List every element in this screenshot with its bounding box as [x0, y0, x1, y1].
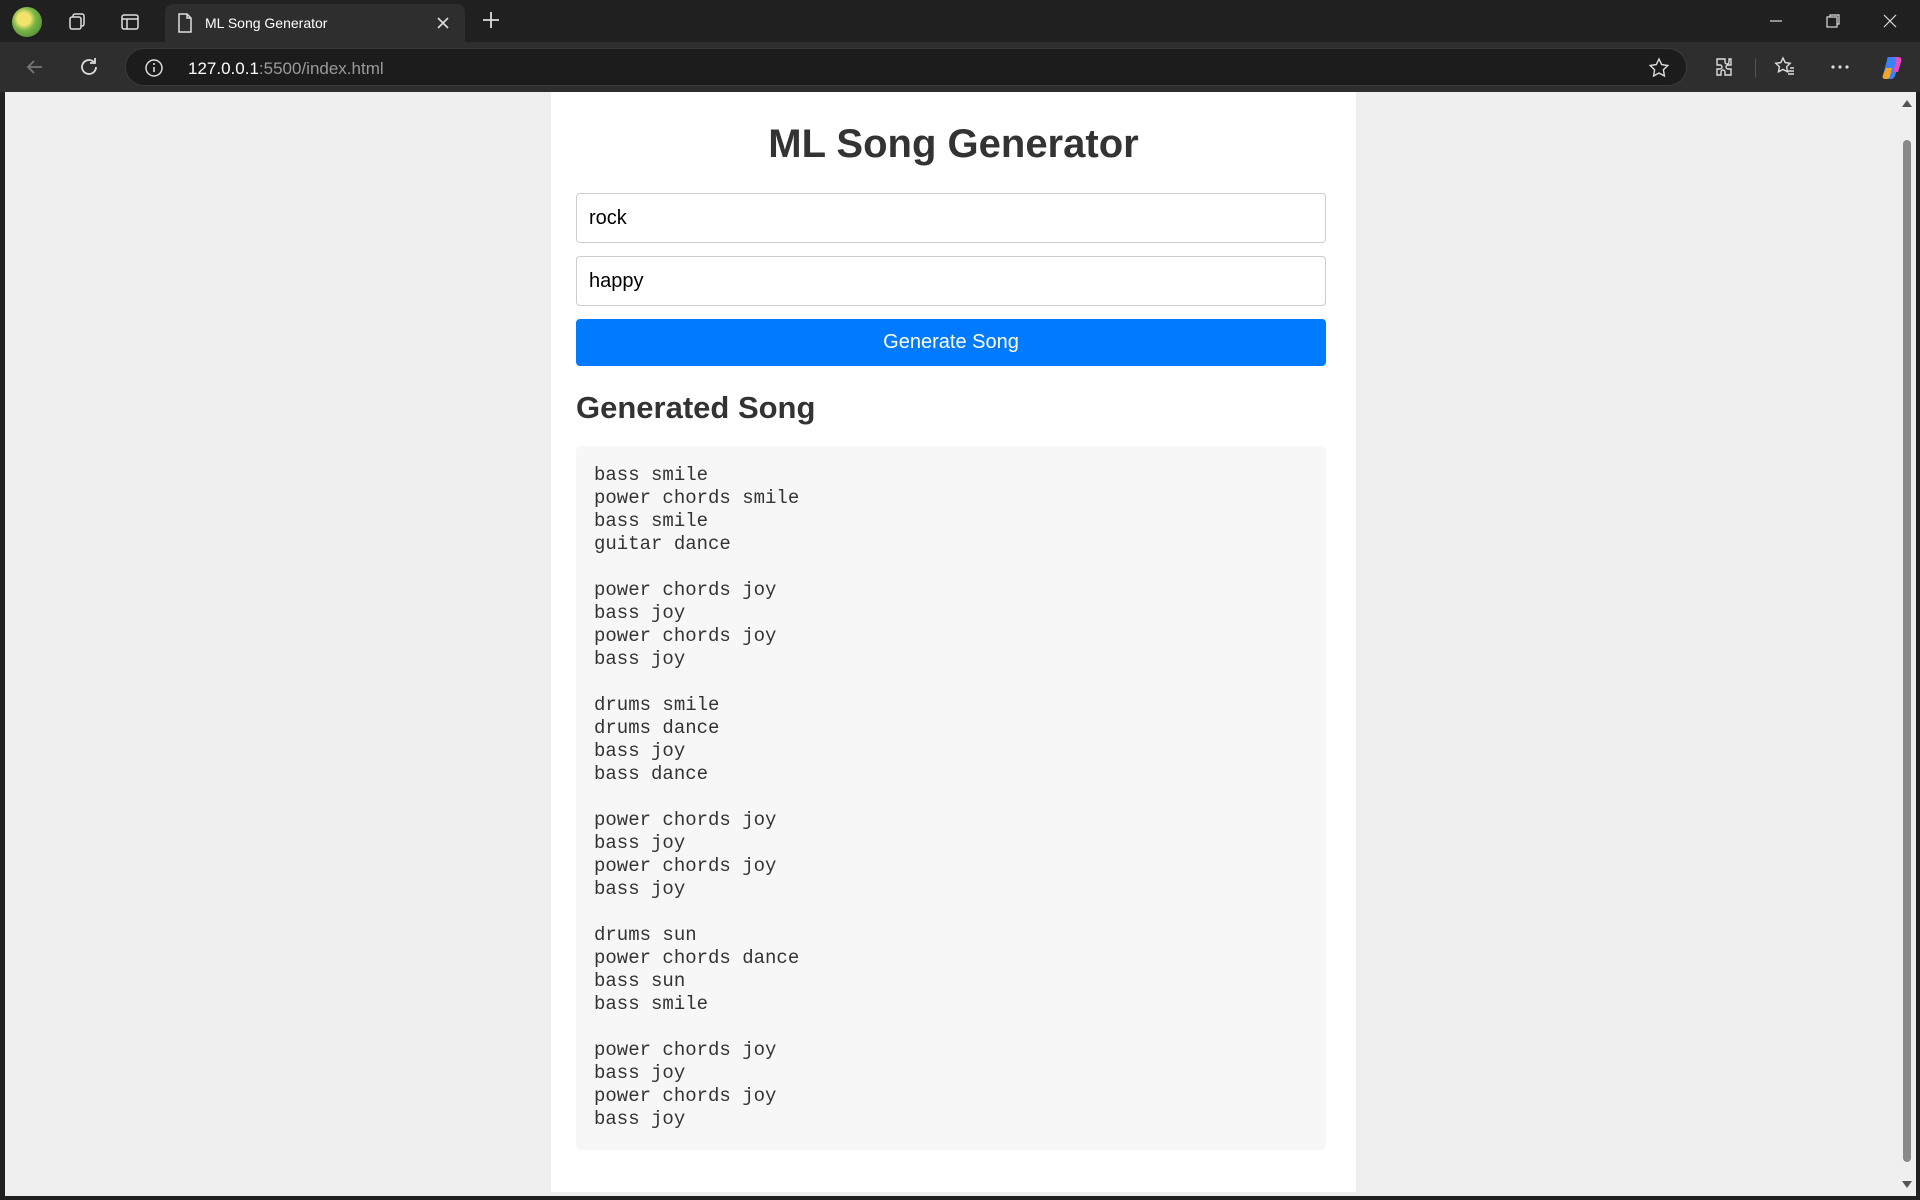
song-lyrics: bass smile power chords smile bass smile… — [594, 464, 800, 1130]
song-output-box: bass smile power chords smile bass smile… — [576, 446, 1326, 1150]
url-path: :5500/index.html — [258, 59, 384, 78]
favorite-star-icon[interactable] — [1648, 57, 1670, 84]
restore-icon[interactable] — [1810, 6, 1856, 36]
tab-title: ML Song Generator — [205, 15, 328, 31]
page-viewport: ML Song Generator Generate Song Generate… — [5, 92, 1898, 1196]
address-bar[interactable]: 127.0.0.1:5500/index.html — [125, 48, 1687, 86]
mood-input[interactable] — [576, 256, 1326, 306]
scroll-up-arrow-icon[interactable] — [1902, 100, 1912, 107]
scroll-down-arrow-icon[interactable] — [1902, 1181, 1912, 1188]
page-icon — [177, 13, 193, 38]
genre-input[interactable] — [576, 193, 1326, 243]
close-tab-icon[interactable] — [433, 13, 453, 38]
vertical-tabs-icon[interactable] — [116, 8, 144, 36]
site-info-icon[interactable] — [144, 58, 164, 83]
close-window-icon[interactable] — [1867, 6, 1913, 36]
generate-song-button[interactable]: Generate Song — [576, 319, 1326, 366]
url-text[interactable]: 127.0.0.1:5500/index.html — [188, 59, 384, 79]
extensions-icon[interactable] — [1709, 52, 1739, 82]
url-host: 127.0.0.1 — [188, 59, 259, 78]
reload-icon[interactable] — [74, 52, 104, 82]
tab-ml-song-generator[interactable]: ML Song Generator — [165, 4, 465, 42]
profile-avatar[interactable] — [12, 7, 42, 37]
workspaces-icon[interactable] — [63, 8, 91, 36]
favorites-icon[interactable] — [1770, 52, 1800, 82]
browser-title-bar: ML Song Generator — [0, 0, 1920, 42]
page-scrollbar[interactable] — [1898, 92, 1916, 1196]
back-icon[interactable] — [20, 52, 50, 82]
browser-toolbar: 127.0.0.1:5500/index.html — [0, 42, 1920, 92]
minimize-icon[interactable] — [1753, 6, 1799, 36]
scrollbar-thumb[interactable] — [1903, 140, 1911, 1162]
more-options-icon[interactable] — [1825, 52, 1855, 82]
app-card: ML Song Generator Generate Song Generate… — [551, 92, 1356, 1192]
generated-song-heading: Generated Song — [576, 390, 816, 425]
new-tab-icon[interactable] — [478, 7, 504, 38]
copilot-icon[interactable] — [1878, 52, 1908, 82]
toolbar-divider — [1755, 58, 1756, 78]
page-title: ML Song Generator — [768, 122, 1139, 166]
